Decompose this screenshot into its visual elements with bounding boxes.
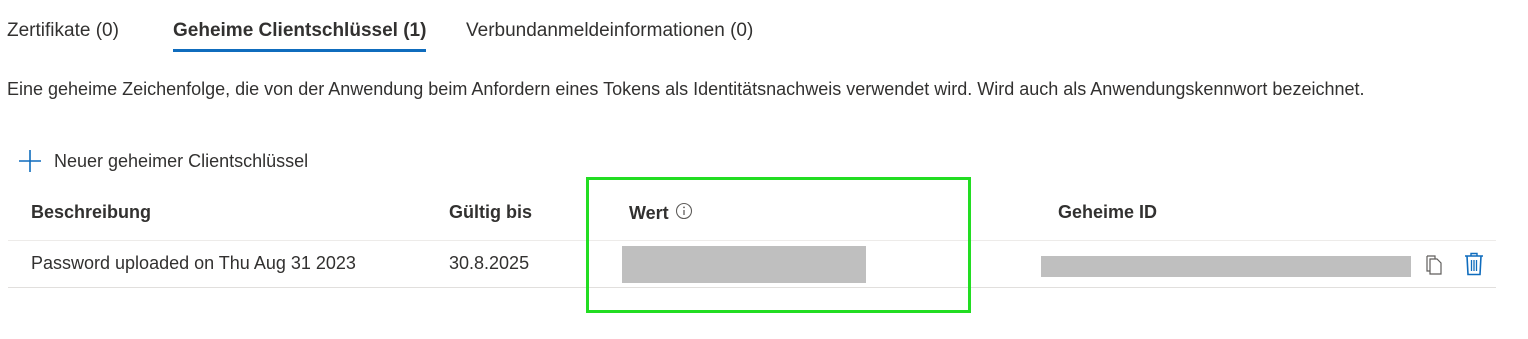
tab-geheime-clientschluessel[interactable]: Geheime Clientschlüssel (1) [173,20,427,52]
info-icon[interactable] [675,202,693,225]
copy-icon[interactable] [1425,255,1443,280]
column-header-wert-label: Wert [629,203,669,223]
column-header-geheime-id: Geheime ID [1058,202,1158,222]
redacted-secret-id [1041,256,1411,277]
tab-bar: Zertifikate (0) Geheime Clientschlüssel … [0,0,1528,60]
trash-icon[interactable] [1464,252,1484,281]
redacted-secret-value [622,246,866,283]
tab-label: Geheime Clientschlüssel (1) [173,20,427,41]
tab-zertifikate[interactable]: Zertifikate (0) [7,20,119,52]
column-header-gueltig-bis: Gültig bis [449,202,532,222]
new-client-secret-label: Neuer geheimer Clientschlüssel [54,150,309,171]
plus-icon [19,150,41,172]
column-header-wert: Wert [629,202,693,225]
active-tab-indicator [173,49,427,52]
cell-gueltig-bis: 30.8.2025 [449,253,530,273]
section-description: Eine geheime Zeichenfolge, die von der A… [7,79,1365,99]
column-header-beschreibung: Beschreibung [31,202,152,222]
tab-verbundanmeldeinformationen[interactable]: Verbundanmeldeinformationen (0) [466,20,753,52]
cell-beschreibung: Password uploaded on Thu Aug 31 2023 [31,253,356,273]
tab-label: Verbundanmeldeinformationen (0) [466,20,754,41]
new-client-secret-button[interactable]: Neuer geheimer Clientschlüssel [18,146,308,176]
tab-label: Zertifikate (0) [7,20,119,41]
